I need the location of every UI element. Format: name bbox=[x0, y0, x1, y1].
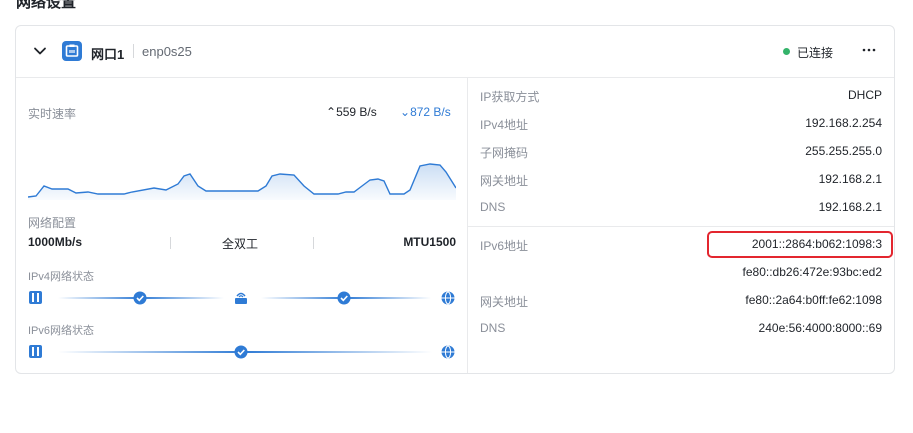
traffic-panel: 实时速率 ⌃559 B/s ⌄872 B/s 网络配置 1000Mb/s 全双工… bbox=[16, 78, 468, 373]
router-icon bbox=[235, 292, 247, 304]
ipv6-gateway-label: 网关地址 bbox=[480, 295, 529, 309]
subnet-mask-value: 255.255.255.0 bbox=[805, 144, 882, 158]
download-speed: ⌄872 B/s bbox=[400, 105, 451, 119]
device-icon bbox=[29, 345, 42, 358]
check-circle-icon bbox=[234, 345, 248, 359]
mtu-value: MTU1500 bbox=[403, 235, 456, 249]
header-divider bbox=[133, 44, 134, 58]
config-title: 网络配置 bbox=[28, 216, 77, 230]
more-options-button[interactable] bbox=[859, 40, 879, 60]
duplex-mode: 全双工 bbox=[222, 237, 259, 251]
ipv4-address-value: 192.168.2.254 bbox=[805, 116, 882, 130]
ipv4-address-label: IPv4地址 bbox=[480, 118, 529, 132]
ethernet-port-icon bbox=[62, 41, 82, 61]
ipv6-address-value: 2001::2864:b062:1098:3 bbox=[751, 237, 882, 251]
globe-icon bbox=[441, 291, 455, 305]
card-header: 网口1 enp0s25 已连接 bbox=[16, 26, 894, 78]
subnet-mask-label: 子网掩码 bbox=[480, 146, 529, 160]
ipv6-address-label: IPv6地址 bbox=[480, 239, 529, 253]
speed-title: 实时速率 bbox=[28, 107, 77, 121]
interface-name: enp0s25 bbox=[142, 44, 192, 59]
section-divider bbox=[468, 226, 894, 227]
arrow-down-icon: ⌄ bbox=[400, 105, 411, 119]
ipv4-dns-label: DNS bbox=[480, 200, 506, 214]
status-indicator-dot bbox=[783, 48, 790, 55]
upload-speed-value: 559 B/s bbox=[336, 105, 377, 119]
ipv4-gateway-label: 网关地址 bbox=[480, 174, 529, 188]
realtime-traffic-chart bbox=[28, 163, 456, 200]
chevron-down-icon[interactable] bbox=[33, 44, 47, 58]
more-icon bbox=[862, 48, 876, 52]
ipv6-link-local-value: fe80::db26:472e:93bc:ed2 bbox=[742, 265, 882, 279]
ipv6-topology bbox=[29, 345, 455, 359]
device-icon bbox=[29, 291, 42, 304]
ipv4-status-title: IPv4网络状态 bbox=[28, 271, 95, 283]
arrow-up-icon: ⌃ bbox=[326, 105, 337, 119]
ipv6-dns-value: 240e:56:4000:8000::69 bbox=[758, 321, 882, 335]
ipv4-dns-value: 192.168.2.1 bbox=[818, 200, 882, 214]
check-circle-icon bbox=[337, 291, 351, 305]
ipv4-topology bbox=[29, 291, 455, 305]
ip-method-label: IP获取方式 bbox=[480, 90, 540, 104]
link-speed: 1000Mb/s bbox=[28, 235, 83, 249]
ipv6-gateway-value: fe80::2a64:b0ff:fe62:1098 bbox=[745, 293, 882, 307]
network-port-card: 网口1 enp0s25 已连接 实时速率 ⌃559 B/s ⌄872 B/s 网… bbox=[15, 25, 895, 374]
ipv6-dns-label: DNS bbox=[480, 321, 506, 335]
port-name: 网口1 bbox=[91, 47, 125, 62]
check-circle-icon bbox=[133, 291, 147, 305]
ipv4-gateway-value: 192.168.2.1 bbox=[818, 172, 882, 186]
globe-icon bbox=[441, 345, 455, 359]
upload-speed: ⌃559 B/s bbox=[326, 105, 377, 119]
page-title: 网络设置 bbox=[16, 0, 77, 11]
ipv6-status-title: IPv6网络状态 bbox=[28, 325, 95, 337]
config-divider bbox=[313, 237, 314, 249]
config-divider bbox=[170, 237, 171, 249]
connection-status: 已连接 bbox=[797, 46, 834, 60]
config-row: 1000Mb/s 全双工 MTU1500 bbox=[28, 235, 456, 251]
download-speed-value: 872 B/s bbox=[410, 105, 451, 119]
address-details-panel: IP获取方式 DHCP IPv4地址 192.168.2.254 子网掩码 25… bbox=[468, 78, 894, 373]
ip-method-value: DHCP bbox=[847, 88, 882, 102]
